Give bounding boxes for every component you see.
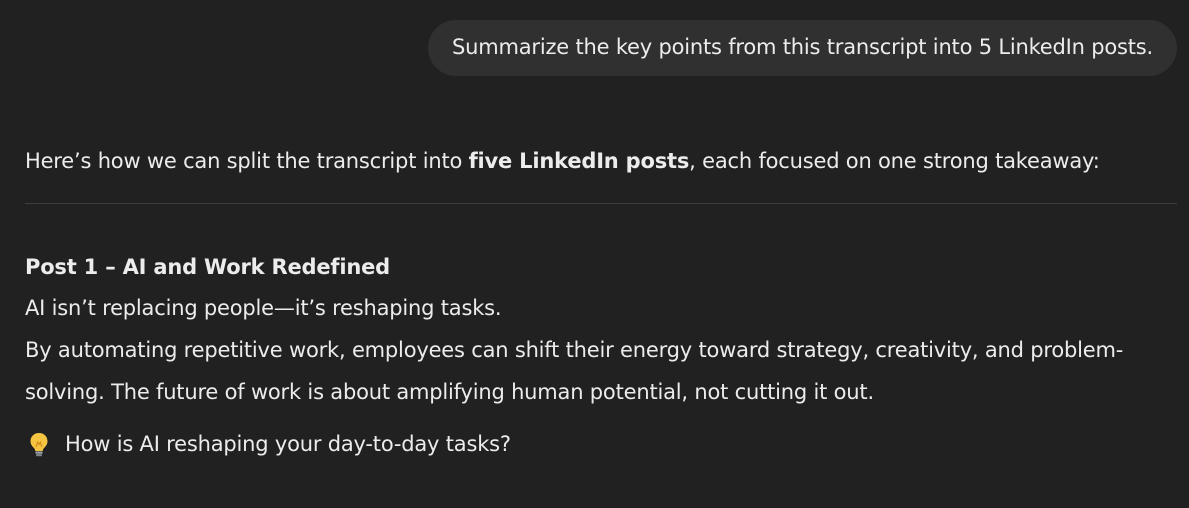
post-question: How is AI reshaping your day-to-day task… bbox=[25, 423, 1177, 465]
chat-page: Summarize the key points from this trans… bbox=[0, 0, 1189, 508]
post-line: AI isn’t replacing people—it’s reshaping… bbox=[25, 296, 502, 320]
question-text: How is AI reshaping your day-to-day task… bbox=[65, 432, 511, 456]
post-paragraph: By automating repetitive work, employees… bbox=[25, 338, 1124, 404]
user-message-bubble: Summarize the key points from this trans… bbox=[427, 20, 1177, 76]
intro-text-start: Here’s how we can split the transcript i… bbox=[25, 149, 469, 173]
assistant-intro: Here’s how we can split the transcript i… bbox=[25, 142, 1177, 180]
intro-bold-text: five LinkedIn posts bbox=[468, 149, 690, 173]
assistant-response: Here’s how we can split the transcript i… bbox=[25, 142, 1177, 465]
post-title: Post 1 – AI and Work Redefined bbox=[25, 255, 390, 279]
user-message-row: Summarize the key points from this trans… bbox=[427, 20, 1177, 76]
section-divider bbox=[25, 203, 1177, 204]
lightbulb-icon bbox=[25, 430, 53, 458]
intro-text-end: , each focused on one strong takeaway: bbox=[689, 149, 1100, 173]
